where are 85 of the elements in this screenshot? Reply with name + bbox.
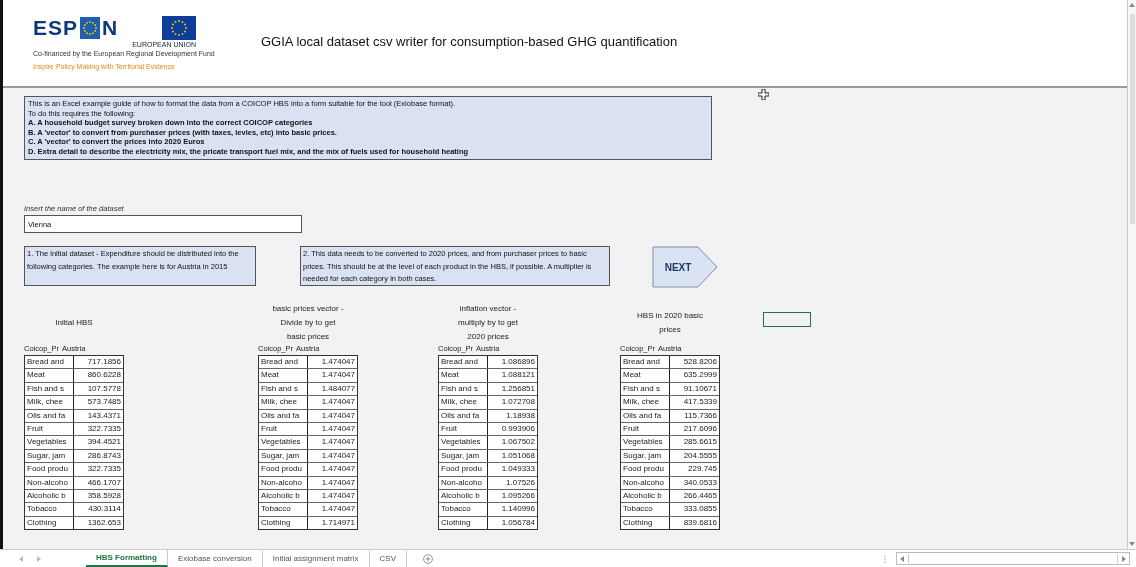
table-cell: Bread and — [439, 356, 488, 369]
table-cell: Meat — [259, 369, 308, 382]
scroll-left-icon — [899, 555, 905, 562]
column-heading: multiply by to get — [458, 317, 518, 330]
column-heading: inflation vector - — [459, 303, 517, 316]
table-cell: 229.745 — [670, 463, 719, 476]
table-cell: Milk, chee — [621, 396, 670, 409]
table-cell: Fruit — [621, 423, 670, 436]
table-cell: Vegetables — [25, 436, 74, 449]
table-cell: Milk, chee — [439, 396, 488, 409]
table-cell: Meat — [25, 369, 74, 382]
vertical-scrollbar[interactable] — [1127, 0, 1136, 549]
table-cell: 285.6615 — [670, 436, 719, 449]
table-cell: 1.474047 — [308, 463, 357, 476]
table-cell: 430.3114 — [74, 503, 123, 516]
table-cell: Food produ — [25, 463, 74, 476]
table-cell: 573.7485 — [74, 396, 123, 409]
table-cell: Milk, chee — [25, 396, 74, 409]
logo-wordmark: N — [102, 15, 119, 40]
sheet-tab[interactable]: Exiobase conversion — [167, 550, 263, 567]
star-ring-icon — [80, 16, 101, 39]
table-cell: Fruit — [259, 423, 308, 436]
table-cell: Fruit — [25, 423, 74, 436]
column-heading: 2020 prices — [467, 331, 509, 344]
sheet-title: GGIA local dataset csv writer for consumption-based GHG quantification — [261, 33, 678, 49]
table-cell: Bread and — [25, 356, 74, 369]
table-cell: 1.474047 — [308, 503, 357, 516]
next-button[interactable]: NEXT — [652, 246, 718, 289]
logo-wordmark: ESP — [33, 15, 79, 40]
table-cell: Meat — [439, 369, 488, 382]
table-cell: Tobacco — [259, 503, 308, 516]
sheet-tab[interactable]: HBS Formatting — [86, 550, 168, 567]
table-cell: 217.6096 — [670, 423, 719, 436]
table-cell: 1.088121 — [488, 369, 537, 382]
table-cell: 1.474047 — [308, 436, 357, 449]
table-cell: Vegetables — [439, 436, 488, 449]
column-heading: Initial HBS — [55, 317, 93, 330]
table-cell: 1.474047 — [308, 356, 357, 369]
table-cell: 0.993906 — [488, 423, 537, 436]
table-cell: 1.072708 — [488, 396, 537, 409]
column-heading: Divide by to get — [280, 317, 336, 330]
eu-flag-icon — [162, 15, 196, 40]
table-cell: Vegetables — [621, 436, 670, 449]
scroll-up-icon — [1129, 2, 1135, 8]
table-cell: Food produ — [439, 463, 488, 476]
table-cell: Fruit — [439, 423, 488, 436]
table-cell: 333.0855 — [670, 503, 719, 516]
table-cell: 860.6228 — [74, 369, 123, 382]
table-cell: 1.474047 — [308, 396, 357, 409]
table-cell: Bread and — [621, 356, 670, 369]
table-cell: Bread and — [259, 356, 308, 369]
table-cell: 1.474047 — [308, 369, 357, 382]
table-cell: Tobacco — [25, 503, 74, 516]
add-sheet-icon[interactable] — [423, 553, 433, 564]
column-heading: prices — [659, 324, 681, 337]
table-cell: 1.474047 — [308, 423, 357, 436]
table-cell: 1.049333 — [488, 463, 537, 476]
table-cell: 528.8206 — [670, 356, 719, 369]
previous-sheet-icon[interactable] — [18, 555, 24, 562]
next-sheet-icon[interactable] — [36, 555, 42, 562]
column-heading: basic prices vector - — [272, 303, 344, 316]
table-cell: Tobacco — [621, 503, 670, 516]
cell-selection — [763, 312, 811, 328]
table-cell: 417.5339 — [670, 396, 719, 409]
scroll-down-icon — [1129, 541, 1135, 547]
table-cell: Food produ — [259, 463, 308, 476]
sheet-tab[interactable]: Initial assignment matrix — [262, 550, 370, 567]
horizontal-scrollbar[interactable] — [896, 552, 1130, 565]
table-cell: Milk, chee — [259, 396, 308, 409]
table-cell: 1.140996 — [488, 503, 537, 516]
table-cell: 635.2999 — [670, 369, 719, 382]
scroll-right-icon — [1121, 555, 1127, 562]
table-cell: 322.7335 — [74, 463, 123, 476]
column-heading: HBS in 2020 basic — [637, 310, 703, 323]
table-cell: Tobacco — [439, 503, 488, 516]
table-cell: 1.086896 — [488, 356, 537, 369]
table-cell: 394.4521 — [74, 436, 123, 449]
table-cell: Meat — [621, 369, 670, 382]
table-cell: Vegetables — [259, 436, 308, 449]
sheet-tab[interactable]: CSV — [369, 550, 407, 567]
table-cell: 1.067502 — [488, 436, 537, 449]
column-heading: basic prices — [286, 331, 330, 344]
table-cell: 717.1856 — [74, 356, 123, 369]
table-cell: Food produ — [621, 463, 670, 476]
table-cell: 322.7335 — [74, 423, 123, 436]
